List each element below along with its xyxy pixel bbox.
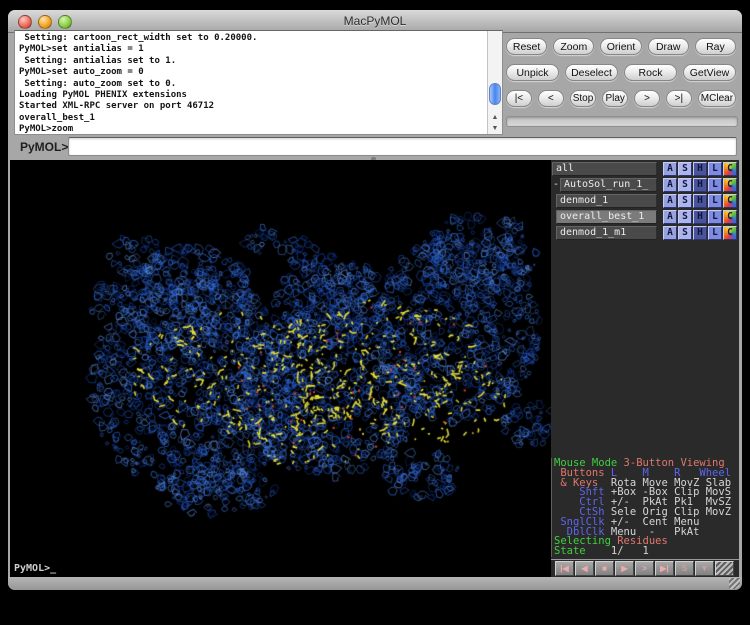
viewport-command-prompt[interactable]: PyMOL>_ — [14, 563, 56, 574]
play-button[interactable]: ▶ — [615, 561, 634, 576]
object-name-AutoSol_run_1_[interactable]: AutoSol_run_1_ — [560, 178, 657, 192]
control-button-panel: Reset Zoom Orient Draw Ray Unpick Deselect Rock… — [506, 38, 736, 116]
object-row: -AutoSol_run_1_ ASHLC — [551, 178, 739, 192]
action-A-button[interactable]: A — [663, 178, 677, 192]
action-S-button[interactable]: S — [678, 178, 692, 192]
action-L-button[interactable]: L — [708, 162, 722, 176]
console-output[interactable]: Setting: cartoon_rect_width set to 0.200… — [14, 30, 503, 135]
action-A-button[interactable]: A — [663, 162, 677, 176]
window-bottom-edge — [8, 577, 742, 590]
object-name-denmod_1[interactable]: denmod_1 — [556, 194, 657, 208]
action-H-button[interactable]: H — [693, 210, 707, 224]
object-action-buttons: ASHLC — [663, 226, 737, 240]
scroll-up-icon[interactable]: ▲ — [488, 112, 502, 123]
action-H-button[interactable]: H — [693, 162, 707, 176]
object-action-buttons: ASHLC — [663, 162, 737, 176]
mouse-panel-line: State 1/ 1 — [554, 547, 739, 557]
draw-button[interactable]: Draw — [648, 38, 689, 55]
object-action-buttons: ASHLC — [663, 194, 737, 208]
movie-vcr-controls: |◀◀■▶>▶|S▼ — [551, 559, 739, 577]
unpick-button[interactable]: Unpick — [506, 64, 559, 81]
object-action-buttons: ASHLC — [663, 178, 737, 192]
action-C-button[interactable]: C — [723, 210, 737, 224]
object-row: overall_best_1 ASHLC — [551, 210, 739, 224]
action-A-button[interactable]: A — [663, 194, 677, 208]
action-L-button[interactable]: L — [708, 194, 722, 208]
console-scrollbar[interactable]: ▲ ▼ — [487, 31, 502, 134]
panel-resize-grip[interactable] — [715, 561, 734, 576]
-button[interactable]: < — [538, 90, 564, 107]
action-L-button[interactable]: L — [708, 226, 722, 240]
prompt-label: PyMOL> — [20, 140, 68, 154]
down-button[interactable]: ▼ — [695, 561, 714, 576]
deselect-button[interactable]: Deselect — [565, 64, 618, 81]
play-button[interactable]: Play — [602, 90, 628, 107]
collapse-expander-icon[interactable]: - — [552, 178, 560, 192]
orient-button[interactable]: Orient — [600, 38, 641, 55]
rock-button[interactable]: Rock — [624, 64, 677, 81]
object-name-all[interactable]: all — [552, 162, 657, 176]
gl-viewport[interactable]: PyMOL>_ allASHLC-AutoSol_run_1_ASHLCdenm… — [10, 160, 739, 577]
movie-progress-slider[interactable] — [506, 116, 738, 127]
action-H-button[interactable]: H — [693, 226, 707, 240]
stop-button[interactable]: Stop — [570, 90, 597, 107]
-button[interactable]: > — [634, 90, 660, 107]
object-action-buttons: ASHLC — [663, 210, 737, 224]
command-input[interactable] — [68, 137, 737, 156]
action-C-button[interactable]: C — [723, 194, 737, 208]
action-C-button[interactable]: C — [723, 162, 737, 176]
getview-button[interactable]: GetView — [683, 64, 736, 81]
object-list: allASHLC-AutoSol_run_1_ASHLCdenmod_1ASHL… — [551, 162, 739, 242]
control-row: Unpick Deselect Rock GetView — [506, 64, 736, 81]
object-row: denmod_1_m1 ASHLC — [551, 226, 739, 240]
action-L-button[interactable]: L — [708, 210, 722, 224]
action-L-button[interactable]: L — [708, 178, 722, 192]
forward-button[interactable]: > — [635, 561, 654, 576]
window-title: MacPyMOL — [8, 14, 742, 28]
action-A-button[interactable]: A — [663, 210, 677, 224]
action-S-button[interactable]: S — [678, 194, 692, 208]
object-row: all ASHLC — [551, 162, 739, 176]
object-row: denmod_1 ASHLC — [551, 194, 739, 208]
control-row: |< < Stop Play > >| MClear — [506, 90, 736, 107]
reset-button[interactable]: Reset — [506, 38, 547, 55]
action-S-button[interactable]: S — [678, 226, 692, 240]
-button[interactable]: >| — [666, 90, 692, 107]
mclear-button[interactable]: MClear — [698, 90, 736, 107]
mouse-mode-panel: Mouse Mode 3-Button Viewing Buttons L M … — [551, 458, 739, 557]
action-C-button[interactable]: C — [723, 226, 737, 240]
action-C-button[interactable]: C — [723, 178, 737, 192]
go-to-end-button[interactable]: ▶| — [655, 561, 674, 576]
go-to-start-button[interactable]: |◀ — [555, 561, 574, 576]
control-row: Reset Zoom Orient Draw Ray — [506, 38, 736, 55]
s-button[interactable]: S — [675, 561, 694, 576]
scrollbar-thumb[interactable] — [489, 83, 501, 105]
zoom-button[interactable]: Zoom — [553, 38, 594, 55]
desktop-background: MacPyMOL Setting: cartoon_rect_width set… — [0, 0, 750, 625]
action-H-button[interactable]: H — [693, 178, 707, 192]
step-back-button[interactable]: ◀ — [575, 561, 594, 576]
action-A-button[interactable]: A — [663, 226, 677, 240]
window-resize-grip[interactable] — [729, 578, 740, 589]
internal-side-panel: allASHLC-AutoSol_run_1_ASHLCdenmod_1ASHL… — [551, 160, 739, 577]
action-S-button[interactable]: S — [678, 210, 692, 224]
console-log-text: Setting: cartoon_rect_width set to 0.200… — [15, 31, 487, 134]
object-name-denmod_1_m1[interactable]: denmod_1_m1 — [556, 226, 657, 240]
action-S-button[interactable]: S — [678, 162, 692, 176]
action-H-button[interactable]: H — [693, 194, 707, 208]
-button[interactable]: |< — [506, 90, 532, 107]
object-name-overall_best_1[interactable]: overall_best_1 — [556, 210, 657, 224]
ray-button[interactable]: Ray — [695, 38, 736, 55]
scroll-down-icon[interactable]: ▼ — [488, 123, 502, 134]
macpymol-window: MacPyMOL Setting: cartoon_rect_width set… — [8, 10, 742, 590]
stop-button[interactable]: ■ — [595, 561, 614, 576]
